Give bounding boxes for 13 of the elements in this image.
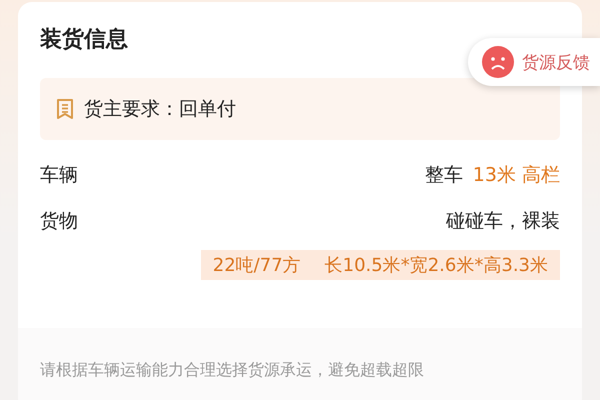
spec-tag: 22吨/77方 — [200, 250, 313, 280]
feedback-button[interactable]: 货源反馈 — [468, 38, 600, 86]
section-title: 装货信息 — [40, 26, 128, 54]
row-value: 碰碰车，裸装 — [446, 209, 560, 234]
row-value: 13米 高栏 — [472, 163, 560, 188]
document-icon — [56, 98, 74, 120]
notice-text: 货主要求：回单付 — [84, 97, 236, 122]
row-label: 车辆 — [40, 163, 78, 188]
spec-tag: 长10.5米*宽2.6米*高3.3米 — [312, 250, 560, 280]
footer-hint: 请根据车辆运输能力合理选择货源承运，避免超载超限 — [40, 360, 424, 380]
row-label: 货物 — [40, 209, 78, 234]
row-value: 整车 — [424, 163, 463, 188]
sad-face-icon — [482, 46, 514, 78]
